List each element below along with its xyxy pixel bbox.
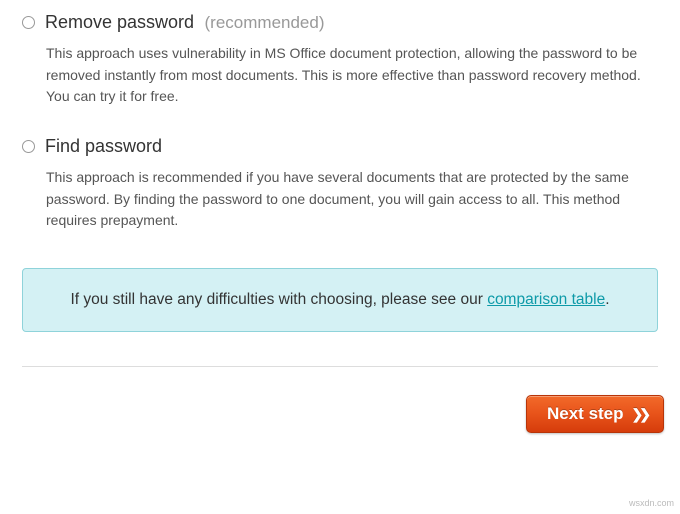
- watermark: wsxdn.com: [629, 498, 674, 508]
- option-remove-password[interactable]: Remove password (recommended) This appro…: [22, 12, 658, 108]
- footer: Next step ❯❯: [0, 367, 680, 455]
- comparison-table-link[interactable]: comparison table: [487, 291, 605, 308]
- info-box: If you still have any difficulties with …: [22, 268, 658, 332]
- radio-icon[interactable]: [22, 16, 35, 29]
- info-text-suffix: .: [605, 291, 609, 308]
- next-step-label: Next step: [547, 404, 624, 424]
- option-header: Remove password (recommended): [22, 12, 658, 33]
- option-header: Find password: [22, 136, 658, 157]
- option-hint: (recommended): [205, 13, 325, 32]
- radio-icon[interactable]: [22, 140, 35, 153]
- option-description: This approach uses vulnerability in MS O…: [46, 43, 658, 108]
- option-description: This approach is recommended if you have…: [46, 167, 658, 232]
- option-title: Remove password: [45, 12, 194, 32]
- chevron-right-icon: ❯❯: [632, 406, 647, 423]
- option-find-password[interactable]: Find password This approach is recommend…: [22, 136, 658, 232]
- option-title: Find password: [45, 136, 162, 157]
- next-step-button[interactable]: Next step ❯❯: [526, 395, 664, 433]
- info-text-prefix: If you still have any difficulties with …: [70, 291, 487, 308]
